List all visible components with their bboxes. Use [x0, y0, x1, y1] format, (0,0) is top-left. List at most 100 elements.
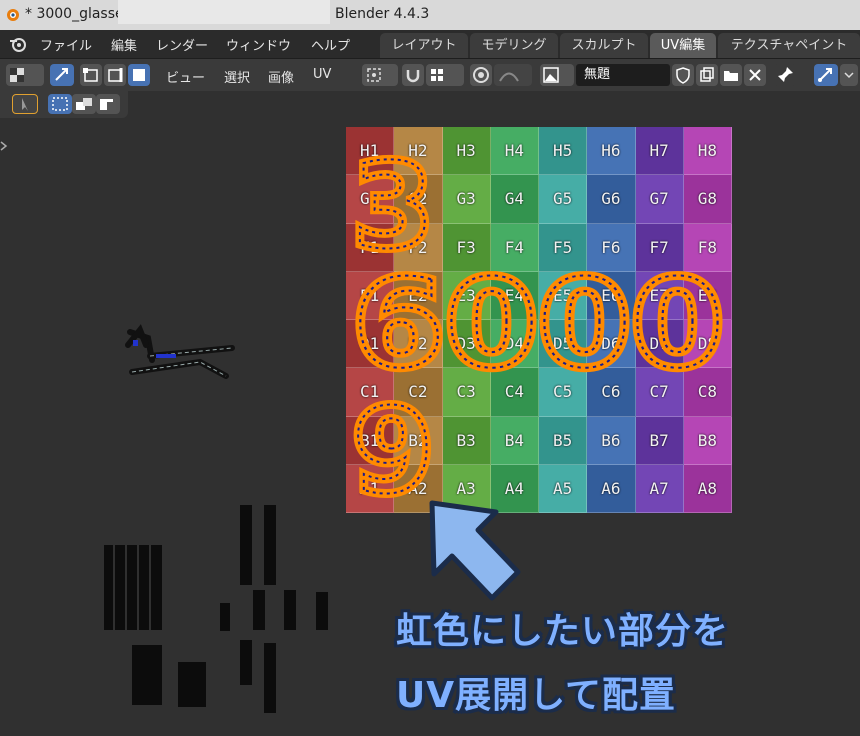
uv-grid-cell: B4 — [490, 416, 539, 465]
menu-help[interactable]: ヘルプ — [311, 35, 350, 54]
uv-grid-cell: C8 — [683, 368, 732, 417]
uv-grid-cell: F6 — [587, 223, 636, 272]
uv-grid-cell-label: D4 — [504, 334, 524, 353]
pin-button[interactable] — [774, 64, 796, 86]
snap-toggle-button[interactable] — [402, 64, 424, 86]
shield-icon — [676, 67, 690, 84]
edge-select-button[interactable] — [104, 64, 126, 86]
tab-texture-paint[interactable]: テクスチャペイント — [718, 33, 860, 58]
uv-grid-cell: C3 — [442, 368, 491, 417]
tab-uv-editing[interactable]: UV編集 — [650, 33, 716, 58]
uv-grid-cell: C4 — [490, 368, 539, 417]
menu-image[interactable]: 画像 — [268, 67, 294, 86]
uv-grid-cell-label: D5 — [552, 334, 573, 353]
fake-user-button[interactable] — [672, 64, 694, 86]
tab-sculpt[interactable]: スカルプト — [560, 33, 648, 58]
uv-grid-cell: B5 — [539, 416, 588, 465]
uv-grid-cell-label: C8 — [697, 382, 717, 402]
box-select-new-button[interactable] — [48, 94, 72, 114]
sidebar-expand-arrow-icon[interactable] — [0, 140, 8, 152]
gizmo-toggle-button[interactable] — [814, 64, 838, 86]
menu-edit[interactable]: 編集 — [111, 35, 137, 54]
title-spacer — [118, 0, 330, 24]
new-image-button[interactable] — [696, 64, 718, 86]
uv-grid-cell: F2 — [394, 223, 443, 272]
uv-grid-cell: F1 — [346, 223, 395, 272]
subtract-select-icon — [100, 99, 116, 110]
vertex-select-button[interactable] — [80, 64, 102, 86]
uv-grid-cell-label: H7 — [649, 141, 669, 160]
menu-view[interactable]: ビュー — [166, 67, 205, 86]
proportional-edit-button[interactable] — [470, 64, 492, 86]
face-select-button[interactable] — [128, 64, 150, 86]
uv-grid-cell: A6 — [587, 464, 636, 513]
uv-grid-cell: E8 — [683, 271, 732, 320]
editor-type-button[interactable] — [6, 64, 44, 86]
uv-grid-cell: F4 — [490, 223, 539, 272]
tab-layout[interactable]: レイアウト — [380, 33, 468, 58]
uv-grid-cell-label: C7 — [649, 382, 669, 402]
uv-grid-cell-label: A5 — [552, 478, 573, 498]
menu-render[interactable]: レンダー — [156, 35, 208, 54]
uv-grid-cell-label: D3 — [456, 334, 476, 353]
falloff-button[interactable] — [494, 64, 532, 86]
uv-grid-cell-label: B5 — [552, 430, 573, 450]
uv-grid-cell: B3 — [442, 416, 491, 465]
uv-grid-cell: D7 — [635, 320, 684, 369]
uv-grid-cell: E3 — [442, 271, 491, 320]
uv-grid-cell: B2 — [394, 416, 443, 465]
sync-selection-button[interactable] — [50, 64, 74, 86]
cursor-arrow-icon — [22, 98, 28, 111]
uv-grid-cell-label: B7 — [649, 430, 669, 450]
app-title: Blender 4.4.3 — [335, 6, 430, 22]
uv-grid-cell: E4 — [490, 271, 539, 320]
uv-grid-cell: D3 — [442, 320, 491, 369]
image-browse-button[interactable] — [540, 64, 574, 86]
uv-grid-cell: B7 — [635, 416, 684, 465]
menu-uv[interactable]: UV — [313, 67, 331, 82]
open-image-button[interactable] — [720, 64, 742, 86]
uv-grid-cell: H5 — [539, 127, 588, 176]
uv-grid-cell-label: F1 — [359, 237, 380, 257]
box-select-subtract-button[interactable] — [96, 94, 120, 114]
box-select-extend-button[interactable] — [72, 94, 96, 114]
tweak-tool-button[interactable] — [12, 94, 38, 114]
tab-modeling[interactable]: モデリング — [470, 33, 558, 58]
title-bar: * 3000_glasses Blender 4.4.3 — [0, 0, 860, 30]
uv-grid-cell-label: C4 — [504, 382, 524, 402]
gizmo-icon — [818, 68, 832, 82]
uv-grid-cell-label: H5 — [552, 141, 573, 160]
image-name-field[interactable]: 無題 — [576, 64, 670, 86]
menu-window[interactable]: ウィンドウ — [226, 35, 291, 54]
uv-grid-cell-label: F3 — [456, 237, 476, 257]
uv-grid-cell-label: C2 — [408, 382, 428, 402]
uv-grid-cell: F3 — [442, 223, 491, 272]
snap-target-button[interactable] — [426, 64, 464, 86]
uv-grid-cell-label: B4 — [504, 430, 524, 450]
menu-select[interactable]: 選択 — [224, 67, 250, 86]
uv-grid-cell: A7 — [635, 464, 684, 513]
uv-grid-cell-label: A8 — [697, 478, 717, 498]
uv-grid-cell-label: D1 — [359, 334, 380, 353]
uv-grid-cell-label: G5 — [552, 189, 573, 209]
uv-grid-cell-label: F7 — [649, 237, 669, 257]
uv-grid-cell-label: C6 — [601, 382, 621, 402]
uv-grid-cell: C5 — [539, 368, 588, 417]
uv-grid-cell-label: G6 — [601, 189, 621, 209]
uv-grid-cell-label: F6 — [601, 237, 621, 257]
uv-grid-cell-label: D6 — [601, 334, 621, 353]
uv-grid-cell-label: F2 — [408, 237, 428, 257]
annotation-line-1: 虹色にしたい部分を — [396, 611, 730, 652]
uv-grid-cell: H7 — [635, 127, 684, 176]
uv-grid-cell-label: B1 — [359, 430, 380, 450]
unlink-image-button[interactable] — [744, 64, 766, 86]
blender-menu-icon[interactable] — [8, 35, 28, 53]
checker-icon — [10, 68, 24, 82]
uv-grid-cell: B6 — [587, 416, 636, 465]
uv-grid-cell: H4 — [490, 127, 539, 176]
close-icon — [749, 69, 761, 81]
menu-file[interactable]: ファイル — [40, 35, 92, 54]
pivot-point-button[interactable] — [362, 64, 398, 86]
gizmo-dropdown-button[interactable] — [840, 64, 858, 86]
uv-grid-cell: G2 — [394, 175, 443, 224]
